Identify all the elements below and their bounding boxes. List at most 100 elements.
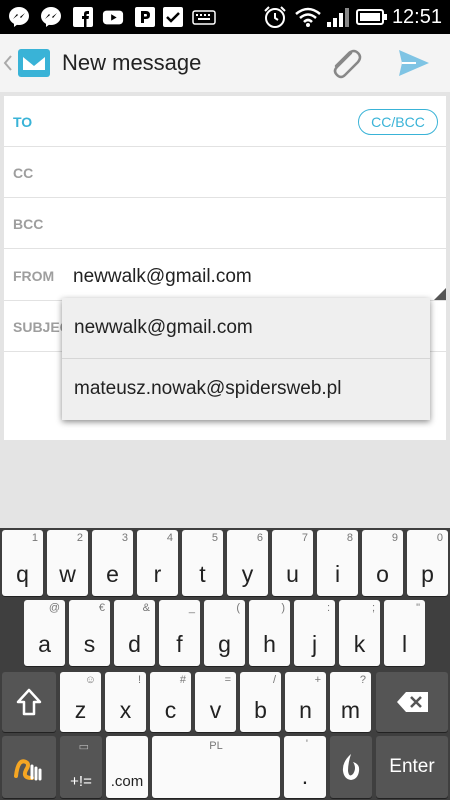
- keyboard: 1q2w3e4r5t6y7u8i9o0p @ a € s & d _ f(g) h: j; k " l …: [0, 528, 450, 800]
- shift-key[interactable]: [2, 672, 56, 732]
- spinner-triangle-icon: [434, 288, 446, 300]
- dropdown-option[interactable]: newwalk@gmail.com: [62, 298, 430, 359]
- app-bar: New message: [0, 34, 450, 92]
- key-hint: 1: [31, 532, 38, 544]
- key-j[interactable]: :j: [294, 600, 335, 666]
- key-label: v: [209, 697, 222, 723]
- status-bar: 12:51: [0, 0, 450, 34]
- key-r[interactable]: 4r: [137, 530, 178, 596]
- cc-bcc-button[interactable]: CC/BCC: [358, 109, 438, 135]
- key-label: t: [199, 561, 206, 587]
- key-k[interactable]: ; k: [339, 600, 380, 666]
- period-key[interactable]: ' .: [284, 736, 326, 798]
- signal-icon: [326, 6, 350, 28]
- key-label: f: [176, 631, 183, 657]
- key-hint: ?: [359, 674, 366, 686]
- key-p[interactable]: 0p: [407, 530, 448, 596]
- key-c[interactable]: # c: [150, 672, 191, 732]
- key-label: u: [286, 561, 299, 587]
- key-hint: ;: [371, 602, 375, 614]
- enter-key[interactable]: Enter: [376, 736, 448, 798]
- key-hint: /: [272, 674, 276, 686]
- key-label: s: [83, 631, 96, 657]
- key-label: e: [106, 561, 119, 587]
- page-title: New message: [62, 50, 202, 75]
- battery-icon: [356, 6, 388, 28]
- dotcom-key-label: .com: [110, 773, 144, 790]
- wifi-icon: [294, 6, 322, 28]
- swype-key[interactable]: [2, 736, 56, 798]
- key-e[interactable]: 3e: [92, 530, 133, 596]
- youtube-icon: [102, 6, 124, 28]
- key-a[interactable]: @ a: [24, 600, 65, 666]
- key-m[interactable]: ? m: [330, 672, 371, 732]
- messenger-icon: [40, 6, 62, 28]
- key-label: d: [128, 631, 141, 657]
- key-label: h: [263, 631, 276, 657]
- key-t[interactable]: 5t: [182, 530, 223, 596]
- key-label: c: [164, 697, 177, 723]
- bcc-label: BCC: [13, 216, 44, 232]
- key-w[interactable]: 2w: [47, 530, 88, 596]
- key-g[interactable]: (g: [204, 600, 245, 666]
- key-hint: 7: [301, 532, 308, 544]
- key-hint: 0: [436, 532, 443, 544]
- shift-icon: [16, 688, 42, 716]
- space-key[interactable]: PL: [152, 736, 280, 798]
- send-icon[interactable]: [396, 46, 432, 80]
- key-d[interactable]: & d: [114, 600, 155, 666]
- back-chevron-icon[interactable]: [2, 52, 14, 74]
- check-icon: [162, 6, 184, 28]
- to-row[interactable]: TO CC/BCC: [4, 96, 446, 147]
- key-label: b: [254, 697, 267, 723]
- key-label: x: [119, 697, 132, 723]
- key-label: g: [218, 631, 231, 657]
- from-value[interactable]: newwalk@gmail.com: [73, 266, 252, 288]
- key-q[interactable]: 1q: [2, 530, 43, 596]
- period-key-label: .: [301, 763, 309, 789]
- key-z[interactable]: ☺ z: [60, 672, 101, 732]
- key-u[interactable]: 7u: [272, 530, 313, 596]
- key-f[interactable]: _ f: [159, 600, 200, 666]
- key-hint: =: [224, 674, 231, 686]
- symbols-key[interactable]: ▭ +!=: [60, 736, 102, 798]
- key-label: z: [74, 697, 87, 723]
- enter-key-label: Enter: [389, 756, 435, 777]
- key-hint: 8: [346, 532, 353, 544]
- key-hint: &: [142, 602, 150, 614]
- key-label: i: [334, 561, 341, 587]
- key-hint: 6: [256, 532, 263, 544]
- key-label: y: [241, 561, 254, 587]
- messenger-icon: [8, 6, 30, 28]
- key-h[interactable]: ) h: [249, 600, 290, 666]
- space-language-label: PL: [209, 740, 223, 752]
- key-n[interactable]: + n: [285, 672, 326, 732]
- key-l[interactable]: " l: [384, 600, 425, 666]
- key-hint: 9: [391, 532, 398, 544]
- key-y[interactable]: 6y: [227, 530, 268, 596]
- inbox-app-icon[interactable]: [16, 46, 52, 80]
- alarm-icon: [262, 6, 288, 28]
- backspace-key[interactable]: [376, 672, 448, 732]
- dropdown-option[interactable]: mateusz.nowak@spidersweb.pl: [62, 359, 430, 419]
- key-hint: !: [137, 674, 141, 686]
- key-label: o: [376, 561, 389, 587]
- period-hint: ': [305, 738, 308, 750]
- dragon-key[interactable]: [330, 736, 372, 798]
- to-label: TO: [13, 114, 33, 130]
- bcc-row[interactable]: BCC: [4, 198, 446, 249]
- attachment-icon[interactable]: [326, 44, 364, 82]
- key-s[interactable]: € s: [69, 600, 110, 666]
- key-b[interactable]: / b: [240, 672, 281, 732]
- key-x[interactable]: ! x: [105, 672, 146, 732]
- key-o[interactable]: 9o: [362, 530, 403, 596]
- dotcom-key[interactable]: .com: [106, 736, 148, 798]
- cc-row[interactable]: CC: [4, 147, 446, 198]
- key-label: q: [16, 561, 29, 587]
- key-i[interactable]: 8i: [317, 530, 358, 596]
- key-v[interactable]: = v: [195, 672, 236, 732]
- key-label: n: [299, 697, 312, 723]
- key-hint: ☺: [84, 674, 96, 686]
- option-label: mateusz.nowak@spidersweb.pl: [74, 378, 342, 399]
- status-time: 12:51: [391, 6, 442, 28]
